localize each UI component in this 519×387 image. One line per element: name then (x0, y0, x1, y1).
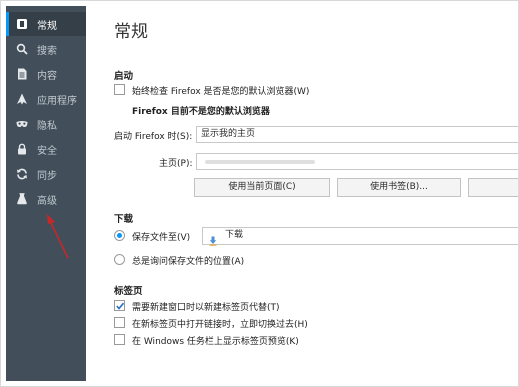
tab-option-checkbox[interactable] (114, 300, 125, 311)
startup-heading: 启动 (114, 71, 134, 82)
homepage-input[interactable] (196, 153, 519, 170)
when-starts-dropdown[interactable]: 显示我的主页 (196, 126, 519, 143)
tab-option-checkbox[interactable] (114, 317, 125, 328)
download-folder-field[interactable]: 下载 (202, 227, 519, 245)
not-default-status: Firefox 目前不是您的默认浏览器 (132, 107, 270, 117)
folder-icon (209, 231, 219, 246)
page-title: 常规 (114, 22, 148, 42)
tab-option-label: 在新标签页中打开链接时，立即切换过去(H) (132, 320, 308, 330)
main-content: 常规 启动 始终检查 Firefox 是否是您的默认浏览器(W) Firefox… (86, 6, 519, 381)
tab-option-label: 需要新建窗口时以新建标签页代替(T) (132, 303, 280, 313)
downloads-heading: 下载 (114, 214, 134, 225)
always-ask-radio[interactable] (114, 254, 125, 265)
tabs-heading: 标签页 (114, 286, 143, 297)
tab-option-checkbox[interactable] (114, 334, 125, 345)
default-browser-checkbox[interactable] (114, 84, 125, 95)
restore-default-button[interactable] (468, 178, 519, 197)
annotation-arrow (47, 214, 69, 259)
save-to-label: 保存文件至(V) (132, 233, 191, 243)
homepage-label: 主页(P): (159, 159, 193, 169)
default-browser-label: 始终检查 Firefox 是否是您的默认浏览器(W) (132, 87, 310, 97)
use-bookmark-button[interactable]: 使用书签(B)... (337, 178, 461, 197)
use-current-page-button[interactable]: 使用当前页面(C) (194, 178, 330, 197)
when-starts-label: 启动 Firefox 时(S): (114, 132, 193, 142)
save-to-radio[interactable] (114, 230, 125, 241)
blurred-url (205, 160, 315, 164)
sidebar: 常规 搜索 内容 应用程序 隐私 安全 同步 高级 (6, 6, 86, 381)
preferences-window: 常规 搜索 内容 应用程序 隐私 安全 同步 高级 常规 启动 始终检查 Fir… (0, 0, 519, 387)
always-ask-label: 总是询问保存文件的位置(A) (132, 257, 245, 267)
tab-option-label: 在 Windows 任务栏上显示标签页预览(K) (132, 337, 299, 347)
